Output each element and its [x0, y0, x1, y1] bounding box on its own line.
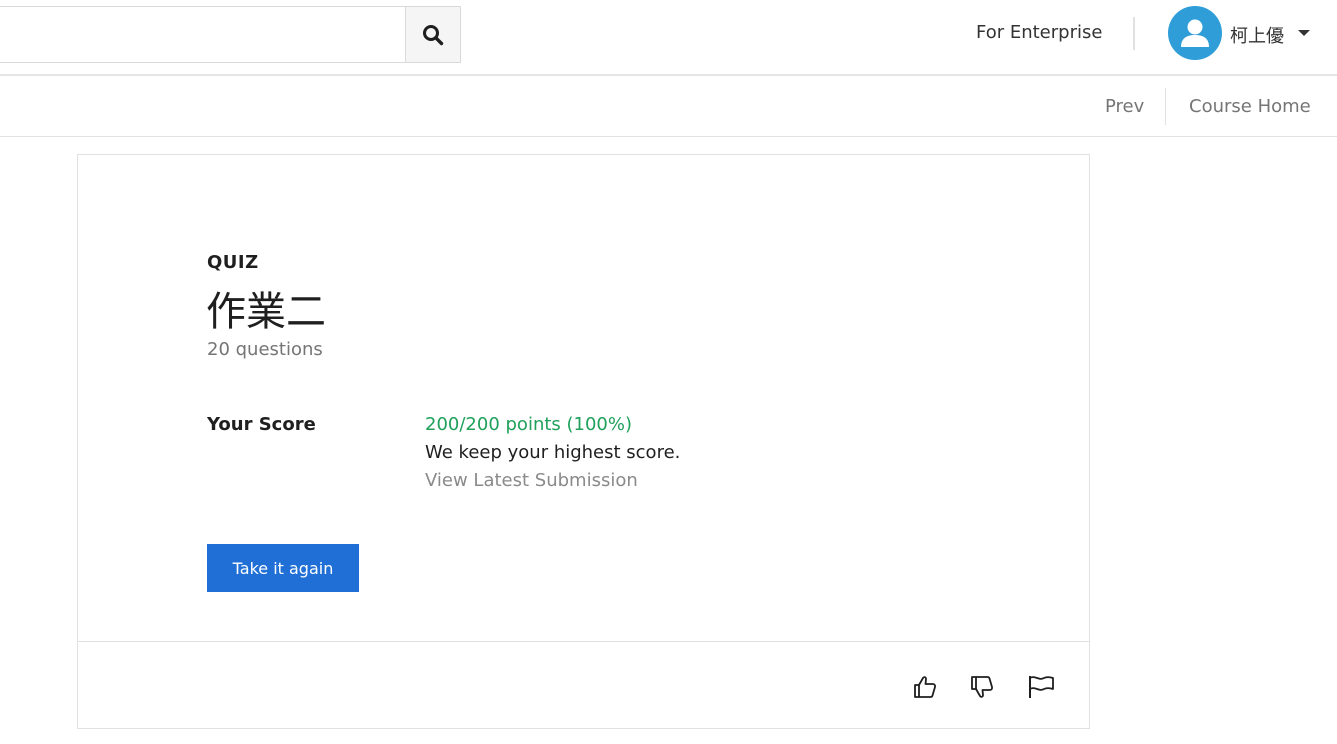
score-value: 200/200 points (100%)	[425, 414, 633, 435]
view-latest-submission-link[interactable]: View Latest Submission	[425, 470, 638, 491]
search-button[interactable]	[405, 6, 461, 63]
user-name[interactable]: 柯上優	[1230, 22, 1284, 48]
report-button[interactable]	[1026, 672, 1056, 702]
score-note: We keep your highest score.	[425, 442, 681, 463]
top-header: For Enterprise 柯上優	[0, 0, 1337, 76]
course-home-link[interactable]: Course Home	[1189, 96, 1311, 117]
like-button[interactable]	[910, 672, 940, 702]
prev-link[interactable]: Prev	[1105, 96, 1144, 117]
avatar[interactable]	[1168, 6, 1222, 60]
quiz-card-body: QUIZ 作業二 20 questions Your Score 200/200…	[78, 155, 1089, 642]
chevron-down-icon[interactable]	[1298, 30, 1310, 36]
flag-icon	[1029, 676, 1054, 698]
search-icon	[423, 24, 444, 45]
course-nav: Prev Course Home	[0, 78, 1337, 137]
thumbs-down-icon	[971, 676, 994, 698]
header-divider	[1133, 17, 1135, 50]
quiz-card: QUIZ 作業二 20 questions Your Score 200/200…	[77, 154, 1090, 729]
score-label: Your Score	[207, 414, 316, 435]
feedback-bar	[78, 641, 1089, 728]
search-input[interactable]	[0, 6, 406, 63]
thumbs-up-icon	[914, 676, 937, 698]
take-it-again-button[interactable]: Take it again	[207, 544, 359, 592]
nav-divider	[1165, 88, 1166, 125]
quiz-type-label: QUIZ	[207, 252, 259, 273]
page-title: 作業二	[206, 289, 326, 335]
user-icon	[1181, 19, 1209, 47]
for-enterprise-link[interactable]: For Enterprise	[976, 22, 1102, 43]
question-count: 20 questions	[207, 339, 323, 360]
dislike-button[interactable]	[967, 672, 997, 702]
